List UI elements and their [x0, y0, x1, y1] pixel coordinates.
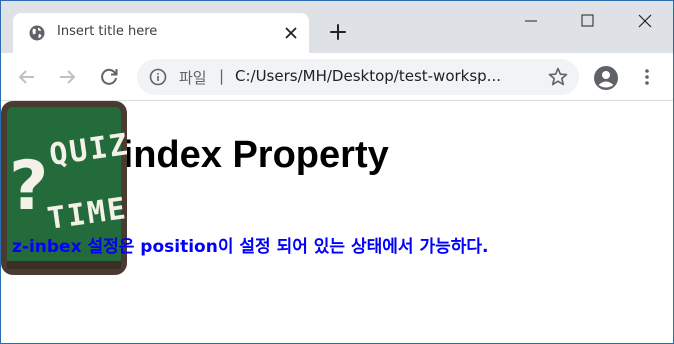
- close-tab-icon[interactable]: [283, 25, 299, 41]
- info-icon[interactable]: [149, 68, 167, 86]
- tab-active[interactable]: Insert title here: [13, 13, 309, 53]
- svg-text:?: ?: [9, 147, 48, 226]
- new-tab-icon[interactable]: [327, 21, 349, 43]
- site-label: 파일: [179, 69, 207, 87]
- globe-icon: [29, 25, 45, 41]
- bookmark-star-icon[interactable]: [547, 66, 569, 88]
- more-menu-icon[interactable]: [637, 67, 657, 87]
- url-text[interactable]: C:/Users/MH/Desktop/test-worksp...: [235, 67, 501, 85]
- minimize-icon[interactable]: [503, 1, 559, 41]
- address-bar[interactable]: 파일 | C:/Users/MH/Desktop/test-worksp...: [137, 59, 579, 95]
- back-arrow-icon[interactable]: [15, 65, 39, 89]
- profile-avatar-icon[interactable]: [593, 65, 619, 91]
- forward-arrow-icon[interactable]: [55, 65, 79, 89]
- address-separator: |: [219, 67, 225, 85]
- tab-strip: Insert title here: [1, 1, 673, 53]
- page-heading: z-index Property: [91, 134, 389, 176]
- browser-window: Insert title here 파일 | C:/Users/MH/Deskt…: [0, 0, 674, 344]
- close-window-icon[interactable]: [615, 1, 671, 41]
- info-paragraph: z-inbex 설정은 position이 설정 되어 있는 상태에서 가능하다…: [12, 237, 489, 257]
- browser-toolbar: 파일 | C:/Users/MH/Desktop/test-worksp...: [1, 53, 673, 101]
- reload-icon[interactable]: [97, 65, 121, 89]
- page-content: z-index Property ? QUIZ TIME z-inbex 설정은…: [1, 101, 673, 343]
- maximize-icon[interactable]: [559, 1, 615, 41]
- tab-title: Insert title here: [57, 24, 158, 39]
